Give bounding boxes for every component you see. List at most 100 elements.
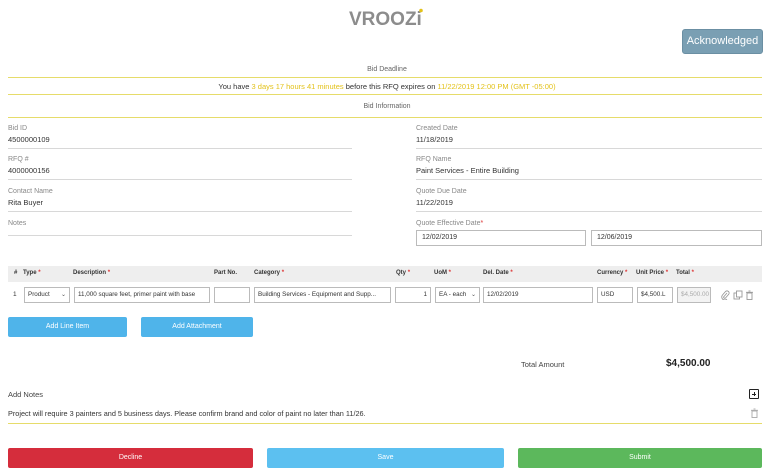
col-type-text: Type bbox=[23, 270, 37, 276]
qty-input[interactable]: 1 bbox=[395, 287, 431, 303]
uom-value: EA - each bbox=[439, 291, 467, 298]
notes-underline bbox=[8, 235, 352, 236]
save-button[interactable]: Save bbox=[267, 448, 504, 468]
rfq-number-label: RFQ # bbox=[8, 156, 29, 163]
submit-button[interactable]: Submit bbox=[518, 448, 762, 468]
rfq-number-value: 4000000156 bbox=[8, 166, 50, 175]
type-value: Product bbox=[28, 291, 50, 298]
vroozi-logo: VROOZi bbox=[0, 8, 774, 30]
required-marker: * bbox=[665, 270, 669, 276]
divider bbox=[416, 211, 762, 212]
copy-icon[interactable] bbox=[733, 290, 743, 300]
type-select[interactable]: Product ⌄ bbox=[24, 287, 70, 303]
add-line-item-button[interactable]: Add Line Item bbox=[8, 317, 127, 337]
decline-button[interactable]: Decline bbox=[8, 448, 253, 468]
plus-box-icon[interactable] bbox=[749, 389, 759, 399]
col-category-text: Category bbox=[254, 270, 281, 276]
notes-field[interactable]: Notes bbox=[8, 220, 26, 227]
trash-icon[interactable] bbox=[745, 290, 754, 300]
divider bbox=[8, 94, 762, 95]
col-header-number: # bbox=[14, 270, 18, 276]
col-header-type: Type * bbox=[23, 270, 41, 276]
quote-effective-label-text: Quote Effective Date bbox=[416, 220, 481, 227]
divider bbox=[8, 117, 762, 118]
quote-effective-start-input[interactable]: 12/02/2019 bbox=[416, 230, 586, 246]
row-number: 1 bbox=[13, 291, 17, 298]
col-uom-text: UoM bbox=[434, 270, 447, 276]
expiry-date: 11/22/2019 12:00 PM (GMT -05:00) bbox=[437, 82, 556, 91]
required-marker: * bbox=[480, 220, 484, 227]
del-date-input[interactable]: 12/02/2019 bbox=[483, 287, 593, 303]
contact-name-label: Contact Name bbox=[8, 188, 53, 195]
time-remaining: 3 days 17 hours 41 minutes bbox=[251, 82, 344, 91]
acknowledged-button[interactable]: Acknowledged bbox=[682, 29, 763, 54]
col-header-category: Category * bbox=[254, 270, 284, 276]
quote-effective-end-input[interactable]: 12/06/2019 bbox=[591, 230, 762, 246]
note-text: Project will require 3 painters and 5 bu… bbox=[8, 409, 366, 418]
col-header-currency: Currency * bbox=[597, 270, 627, 276]
col-header-total: Total * bbox=[676, 270, 694, 276]
logo-dot bbox=[419, 8, 423, 13]
col-unit-price-text: Unit Price bbox=[636, 270, 665, 276]
bid-id-value: 4500000109 bbox=[8, 135, 50, 144]
col-header-unit-price: Unit Price * bbox=[636, 270, 668, 276]
col-header-part-no: Part No. bbox=[214, 270, 238, 276]
col-description-text: Description bbox=[73, 270, 107, 276]
currency-input[interactable]: USD bbox=[597, 287, 633, 303]
bid-deadline-title: Bid Deadline bbox=[367, 66, 407, 73]
rfq-name-label: RFQ Name bbox=[416, 156, 452, 163]
required-marker: * bbox=[38, 270, 41, 276]
trash-icon[interactable] bbox=[750, 408, 759, 418]
category-input[interactable]: Building Services - Equipment and Supp..… bbox=[254, 287, 391, 303]
created-date-field: Created Date 11/18/2019 bbox=[416, 125, 458, 144]
rfq-name-value: Paint Services - Entire Building bbox=[416, 166, 519, 175]
divider bbox=[8, 77, 762, 78]
quote-effective-date-field: Quote Effective Date* bbox=[416, 220, 483, 227]
required-marker: * bbox=[107, 270, 111, 276]
add-attachment-button[interactable]: Add Attachment bbox=[141, 317, 253, 337]
quote-due-date-label: Quote Due Date bbox=[416, 188, 467, 195]
divider bbox=[8, 423, 762, 424]
notes-label: Notes bbox=[8, 220, 27, 227]
total-input: $4,500.00 bbox=[677, 287, 711, 303]
bid-id-field: Bid ID 4500000109 bbox=[8, 125, 50, 144]
deadline-message: You have 3 days 17 hours 41 minutes befo… bbox=[0, 82, 774, 91]
contact-name-value: Rita Buyer bbox=[8, 198, 44, 207]
col-header-description: Description * bbox=[73, 270, 110, 276]
divider bbox=[8, 211, 352, 212]
total-amount-value: $4,500.00 bbox=[666, 358, 711, 369]
divider bbox=[8, 148, 352, 149]
col-del-date-text: Del. Date bbox=[483, 270, 509, 276]
col-qty-text: Qty bbox=[396, 270, 407, 276]
deadline-middle: before this RFQ expires on bbox=[343, 82, 438, 91]
description-input[interactable]: 11,000 square feet, primer paint with ba… bbox=[74, 287, 210, 303]
quote-effective-date-label: Quote Effective Date* bbox=[416, 220, 483, 227]
add-notes-label: Add Notes bbox=[8, 390, 44, 399]
required-marker: * bbox=[625, 270, 628, 276]
bid-id-label: Bid ID bbox=[8, 125, 28, 132]
created-date-label: Created Date bbox=[416, 125, 458, 132]
paperclip-icon[interactable] bbox=[721, 290, 730, 300]
deadline-prefix: You have bbox=[218, 82, 252, 91]
created-date-value: 11/18/2019 bbox=[416, 135, 453, 144]
required-marker: * bbox=[407, 270, 411, 276]
col-currency-text: Currency bbox=[597, 270, 624, 276]
rfq-name-field: RFQ Name Paint Services - Entire Buildin… bbox=[416, 156, 519, 175]
divider bbox=[8, 179, 352, 180]
required-marker: * bbox=[691, 270, 694, 276]
required-marker: * bbox=[448, 270, 452, 276]
unit-price-input[interactable]: $4,500.L bbox=[637, 287, 673, 303]
col-header-uom: UoM * bbox=[434, 270, 451, 276]
col-total-text: Total bbox=[676, 270, 690, 276]
col-header-qty: Qty * bbox=[396, 270, 410, 276]
required-marker: * bbox=[281, 270, 285, 276]
logo-text: VROOZi bbox=[349, 9, 422, 28]
divider bbox=[416, 148, 762, 149]
chevron-down-icon: ⌄ bbox=[470, 292, 476, 298]
required-marker: * bbox=[510, 270, 513, 276]
contact-name-field: Contact Name Rita Buyer bbox=[8, 188, 53, 207]
part-no-input[interactable] bbox=[214, 287, 250, 303]
uom-select[interactable]: EA - each ⌄ bbox=[435, 287, 480, 303]
total-amount-label: Total Amount bbox=[521, 360, 565, 369]
bid-information-title: Bid Information bbox=[363, 103, 411, 110]
